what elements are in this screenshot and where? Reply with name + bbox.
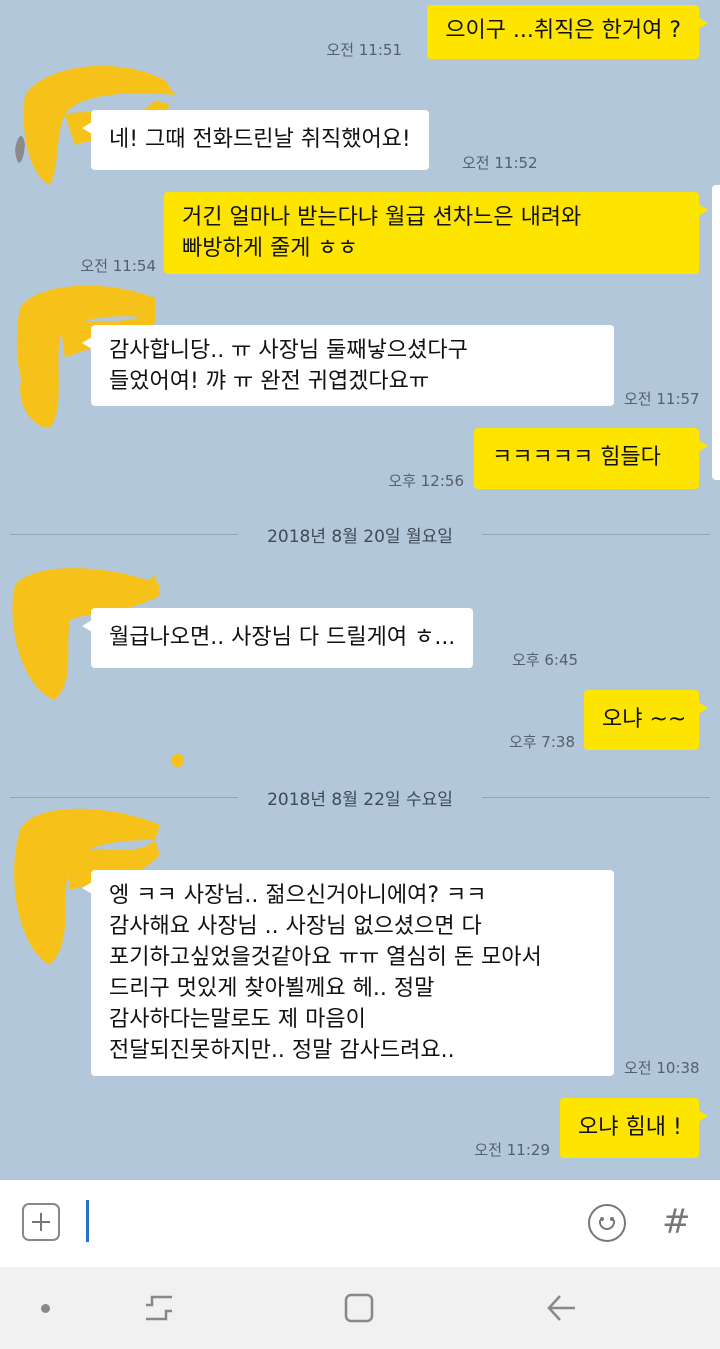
message-bubble-sent[interactable]: 오냐 힘내 ! — [560, 1098, 708, 1158]
message-text: 오냐 힘내 ! — [578, 1115, 682, 1140]
message-text: 감사합니당.. ㅠ 사장님 둘째낳으셨다구 — [109, 338, 468, 363]
message-time: 오전 11:57 — [624, 390, 700, 408]
separator-line — [482, 534, 710, 535]
home-icon[interactable] — [342, 1291, 376, 1325]
separator-line — [482, 797, 710, 798]
message-bubble-received[interactable]: 감사합니당.. ㅠ 사장님 둘째낳으셨다구 들었어여! 꺄 ㅠ 완전 귀엽겠다요… — [82, 325, 614, 406]
recent-apps-icon[interactable] — [142, 1291, 176, 1325]
dot-icon[interactable] — [41, 1304, 50, 1313]
date-separator: 2018년 8월 22일 수요일 — [10, 783, 710, 813]
message-text: 전달되진못하지만.. 정말 감사드려요.. — [109, 1038, 455, 1063]
message-time: 오전 10:38 — [624, 1059, 700, 1077]
message-bubble-received[interactable]: 월급나오면.. 사장님 다 드릴게여 ㅎ... — [81, 608, 474, 668]
message-text: 감사하다는말로도 제 마음이 — [109, 1007, 366, 1032]
message-time: 오후 6:45 — [512, 651, 579, 669]
message-time: 오전 11:29 — [474, 1141, 550, 1159]
message-bubble-received[interactable]: 네! 그때 전화드린날 취직했어요! — [82, 110, 429, 170]
message-text: 엥 ㅋㅋ 사장님.. 젊으신거아니에여? ㅋㅋ — [109, 883, 487, 908]
message-text: 월급나오면.. 사장님 다 드릴게여 ㅎ... — [109, 625, 456, 650]
message-text: 네! 그때 전화드린날 취직했어요! — [109, 127, 411, 152]
message-text: 포기하고싶었을것같아요 ㅠㅠ 열심히 돈 모아서 — [109, 945, 542, 970]
system-nav-bar — [0, 1267, 720, 1349]
message-bubble-received[interactable]: 엥 ㅋㅋ 사장님.. 젊으신거아니에여? ㅋㅋ 감사해요 사장님 .. 사장님 … — [82, 870, 614, 1076]
message-bubble-sent[interactable]: 거긴 얼마나 받는다냐 월급 션차느은 내려와 빠방하게 줄게 ㅎㅎ — [164, 192, 708, 274]
message-text: 빠방하게 줄게 ㅎㅎ — [182, 236, 358, 261]
message-time: 오전 11:52 — [462, 154, 538, 172]
message-bubble-sent[interactable]: 오냐 ~~ — [584, 690, 708, 750]
message-text: 드리구 멋있게 찾아뵐께요 헤.. 정말 — [109, 976, 435, 1001]
emoji-mouth — [599, 1220, 615, 1230]
back-icon[interactable] — [544, 1291, 578, 1325]
message-bubble-sent[interactable]: 으이구 ...취직은 한거여 ? — [427, 5, 708, 59]
message-time: 오후 7:38 — [508, 733, 575, 751]
message-bubble-sent[interactable]: ㅋㅋㅋㅋㅋ 힘들다 — [474, 428, 708, 489]
message-time: 오전 11:51 — [326, 41, 402, 59]
message-time: 오전 11:54 — [80, 257, 156, 275]
message-input-bar: # — [0, 1180, 720, 1267]
message-text: 오냐 ~~ — [602, 707, 687, 732]
scroll-indicator[interactable] — [712, 185, 720, 480]
message-text: 들었어여! 꺄 ㅠ 완전 귀엽겠다요ㅠ — [109, 369, 430, 394]
chat-area[interactable]: 으이구 ...취직은 한거여 ? 오전 11:51 네! 그때 전화드린날 취직… — [0, 0, 720, 1180]
message-text: 으이구 ...취직은 한거여 ? — [445, 18, 681, 43]
message-text: 감사해요 사장님 .. 사장님 없으셨으면 다 — [109, 914, 482, 939]
hashtag-icon[interactable]: # — [662, 1200, 691, 1244]
date-separator: 2018년 8월 20일 월요일 — [10, 520, 710, 550]
message-input[interactable] — [86, 1200, 89, 1242]
message-time: 오후 12:56 — [388, 472, 464, 490]
message-text: 거긴 얼마나 받는다냐 월급 션차느은 내려와 — [182, 205, 582, 230]
plus-icon[interactable] — [22, 1203, 60, 1241]
emoji-icon[interactable] — [588, 1204, 626, 1242]
scribble-dot — [171, 754, 184, 767]
message-text: ㅋㅋㅋㅋㅋ 힘들다 — [492, 445, 661, 470]
